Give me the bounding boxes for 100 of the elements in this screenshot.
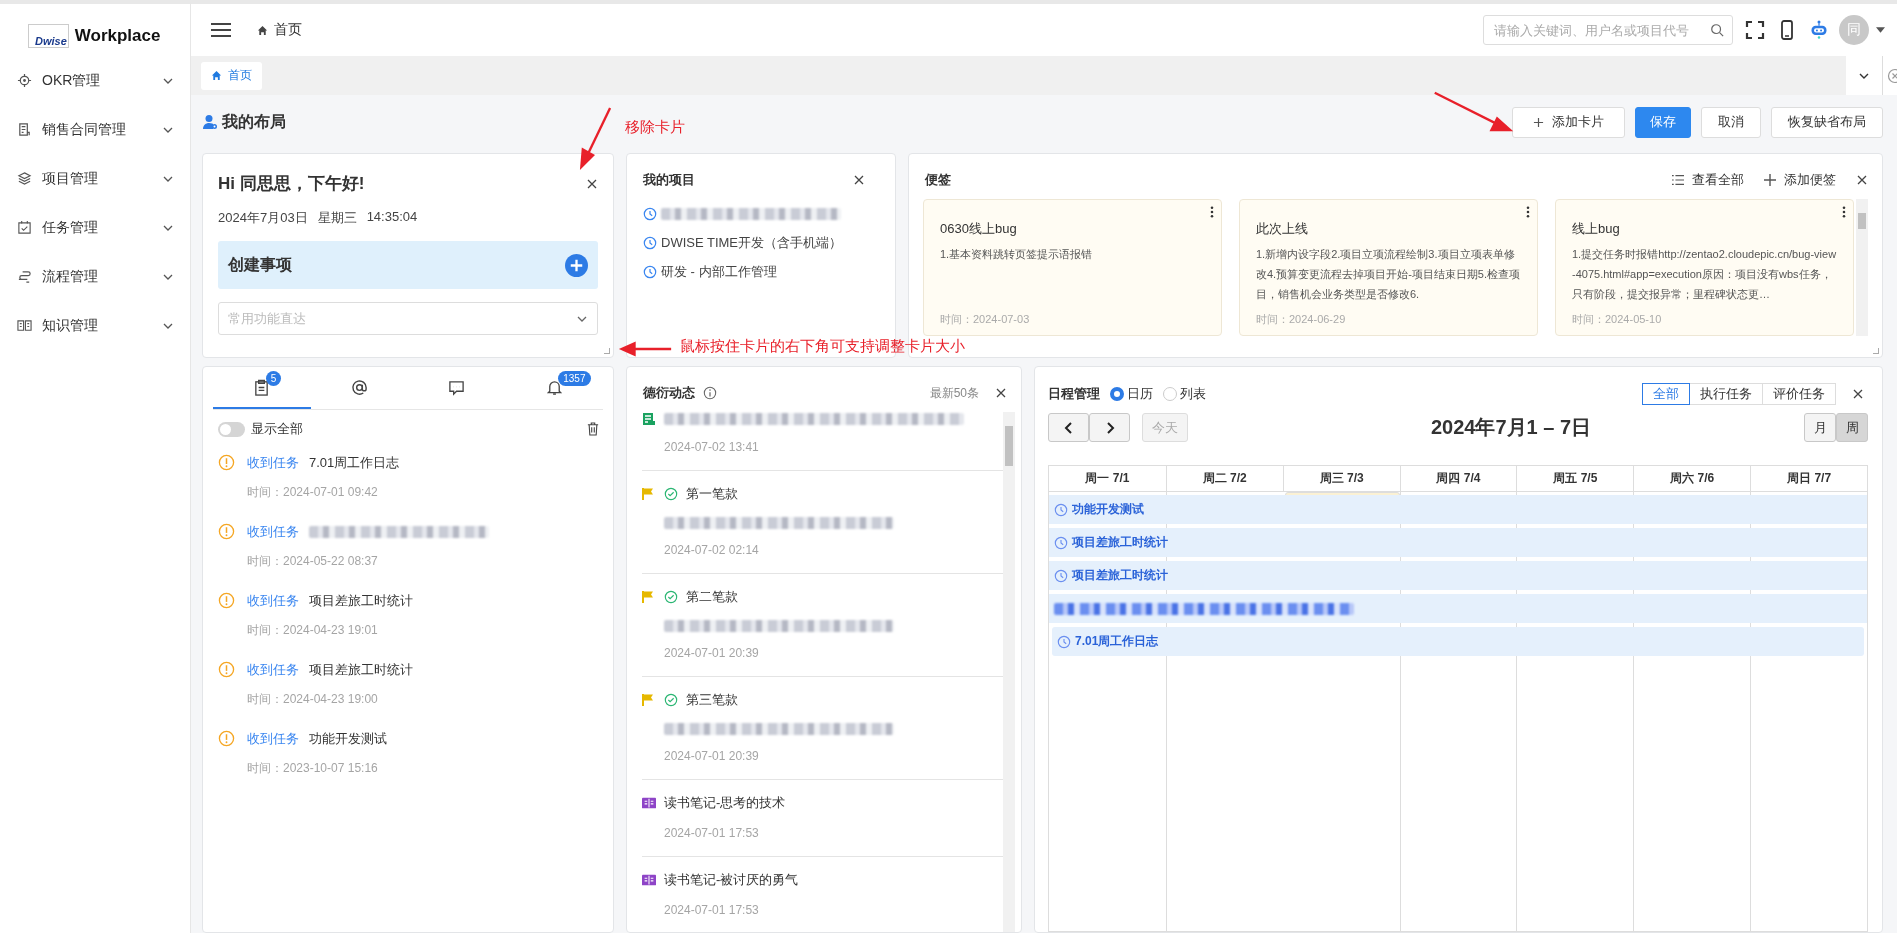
filter-tab[interactable]: 全部: [1642, 383, 1690, 405]
note-time: 时间：2024-06-29: [1256, 312, 1347, 327]
search-field[interactable]: 请输入关键词、用户名或项目代号: [1483, 15, 1733, 45]
info-icon[interactable]: [703, 386, 717, 400]
radio-button[interactable]: 列表: [1163, 385, 1206, 403]
resize-handle[interactable]: [604, 348, 610, 354]
more-icon[interactable]: [1210, 206, 1214, 218]
sidebar-item[interactable]: 流程管理: [0, 252, 190, 301]
calendar-event[interactable]: 功能开发测试: [1049, 495, 1867, 524]
date-text: 2024年7月03日: [218, 209, 308, 227]
project-link[interactable]: 研发 - 内部工作管理: [661, 262, 777, 281]
menu-icon[interactable]: [211, 22, 231, 38]
close-icon[interactable]: [995, 387, 1007, 399]
task-time: 时间：2024-05-22 08:37: [247, 553, 379, 570]
day-header: 周二 7/2: [1165, 466, 1283, 491]
previous-button[interactable]: [1048, 413, 1089, 442]
filter-tab[interactable]: 评价任务: [1762, 383, 1836, 405]
message-tab[interactable]: 5: [213, 367, 311, 409]
add-card-button[interactable]: 添加卡片: [1512, 106, 1625, 138]
task-title[interactable]: 7.01周工作日志: [309, 454, 400, 472]
sidebar-item[interactable]: OKR管理: [0, 56, 190, 105]
weekday-text: 星期三: [317, 209, 357, 227]
flag-icon: [642, 590, 656, 604]
calendar-event[interactable]: 项目差旅工时统计: [1049, 561, 1867, 590]
view-button[interactable]: 周: [1836, 413, 1868, 442]
chevron-right-icon: [1104, 421, 1115, 434]
sidebar-item[interactable]: 销售合同管理: [0, 105, 190, 154]
resize-handle[interactable]: [1873, 348, 1879, 354]
flow-icon: [17, 269, 32, 284]
sticky-note[interactable]: 线上bug 1.提交任务时报错http://zentao2.cloudepic.cn/bug-view-4075.html#app=execution原因：项目没有wbs任务，只有阶段，提交报异常；里程碑状态更… 时间：2024-05-10: [1555, 199, 1854, 336]
clock-icon: [1054, 568, 1068, 583]
clock-icon: [643, 206, 657, 221]
layout-button[interactable]: 恢复缺省布局: [1771, 106, 1883, 138]
clock-icon: [1054, 502, 1068, 517]
caret-icon[interactable]: [1876, 27, 1885, 33]
close-icon[interactable]: [1852, 388, 1864, 400]
task-title[interactable]: 项目差旅工时统计: [309, 661, 413, 679]
flag-icon: [642, 487, 656, 501]
activity-time: 2024-07-01 20:39: [663, 749, 760, 763]
close-icon[interactable]: [1856, 174, 1868, 186]
plus-icon: [1533, 116, 1544, 128]
scrollbar[interactable]: [1003, 412, 1015, 932]
project-link[interactable]: DWISE TIME开发（含手机端）: [661, 233, 843, 252]
sidebar-item[interactable]: 项目管理: [0, 154, 190, 203]
save-button[interactable]: 保存: [1635, 106, 1691, 138]
brand-name: Workplace: [74, 26, 161, 46]
sticky-note[interactable]: 此次上线 1.新增内设字段2.项目立项流程绘制3.项目立项表单修改4.预算变更流程去掉项目开始-项目结束日期5.检查项目，销售机会业务类型是否修改6. 时间：2024-06-29: [1239, 199, 1538, 336]
task-title[interactable]: 功能开发测试: [309, 730, 387, 748]
annotation-arrow: [617, 339, 673, 359]
view-button[interactable]: 月: [1804, 413, 1836, 442]
scrollbar[interactable]: [1856, 199, 1868, 336]
activity-title[interactable]: 读书笔记-被讨厌的勇气: [664, 871, 799, 889]
note-text: 1.新增内设字段2.项目立项流程绘制3.项目立项表单修改4.预算变更流程去掉项目开始-项目结束日期5.检查项目，销售机会业务类型是否修改6.: [1256, 247, 1521, 302]
list-icon: [1672, 174, 1684, 186]
close-icon[interactable]: [586, 177, 598, 190]
sidebar-item[interactable]: 知识管理: [0, 301, 190, 350]
calendar-event[interactable]: 项目差旅工时统计: [1049, 528, 1867, 557]
calendar-event[interactable]: 7.01周工作日志: [1052, 627, 1864, 656]
activity-title[interactable]: 第二笔款: [686, 588, 738, 606]
filter-tab[interactable]: 执行任务: [1689, 383, 1763, 405]
task-tag: 收到任务: [247, 454, 299, 472]
activity-time: 2024-07-01 17:53: [663, 903, 760, 917]
clock-icon: [1057, 634, 1071, 649]
delete-icon[interactable]: [587, 422, 599, 436]
toggle-switch[interactable]: [218, 421, 245, 437]
check-circle-icon: [664, 590, 678, 604]
calendar-event[interactable]: [1049, 594, 1867, 623]
sidebar-item[interactable]: 任务管理: [0, 203, 190, 252]
more-icon[interactable]: [1842, 206, 1846, 218]
fullscreen-icon[interactable]: [1745, 20, 1765, 40]
breadcrumb[interactable]: 首页: [274, 21, 302, 39]
create-item-bar[interactable]: 创建事项: [218, 241, 598, 289]
note-title: 线上bug: [1572, 220, 1621, 238]
activity-title[interactable]: 读书笔记-思考的技术: [664, 794, 786, 812]
add-icon[interactable]: [565, 253, 588, 277]
add-note-link[interactable]: 添加便签: [1764, 171, 1836, 189]
document-icon: [642, 412, 656, 426]
layers-icon: [17, 171, 32, 186]
more-icon[interactable]: [1526, 206, 1530, 218]
clipboard-icon: [253, 378, 271, 396]
close-all-button[interactable]: [1883, 56, 1897, 95]
activity-title[interactable]: 第三笔款: [686, 691, 738, 709]
radio-button[interactable]: 日历: [1110, 385, 1153, 403]
toggle-label: 显示全部: [251, 420, 303, 438]
sticky-note[interactable]: 0630线上bug 1.基本资料跳转页签提示语报错 时间：2024-07-03: [923, 199, 1222, 336]
card-title: 我的项目: [643, 171, 695, 189]
robot-icon[interactable]: [1809, 20, 1829, 40]
message-tab[interactable]: 1357: [505, 367, 603, 409]
task-tag: 收到任务: [247, 661, 299, 679]
next-button[interactable]: [1089, 413, 1130, 442]
home-icon: [211, 70, 222, 81]
task-title[interactable]: 项目差旅工时统计: [309, 592, 413, 610]
date-range-title: 2024年7月1 – 7日: [1429, 415, 1593, 440]
layout-button[interactable]: 取消: [1701, 106, 1761, 138]
task-time: 时间：2024-04-23 19:01: [247, 622, 379, 639]
page-tab[interactable]: 首页: [201, 61, 262, 90]
alert-icon: [218, 592, 235, 609]
view-all-link[interactable]: 查看全部: [1672, 171, 1744, 189]
close-icon[interactable]: [853, 174, 865, 186]
activity-title[interactable]: 第一笔款: [686, 485, 738, 503]
